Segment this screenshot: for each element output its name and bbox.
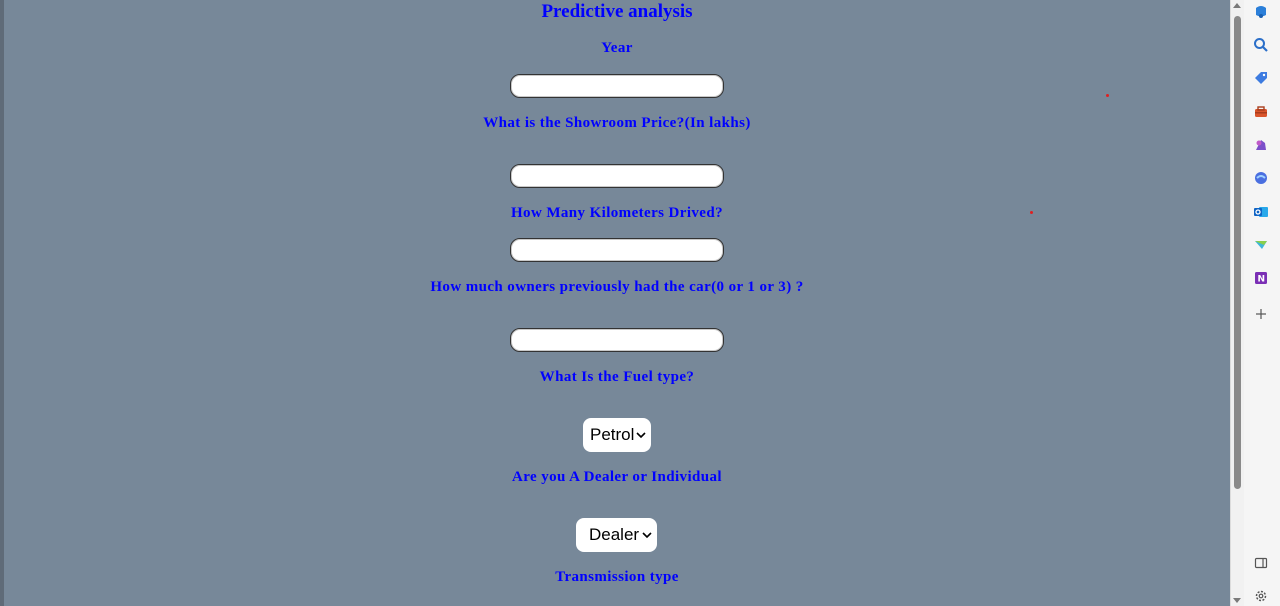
- chevron-down-icon: [642, 532, 652, 539]
- red-dot-marker: [1106, 94, 1109, 97]
- settings-icon[interactable]: [1252, 587, 1270, 605]
- outlook-icon[interactable]: [1252, 203, 1270, 221]
- page-title: Predictive analysis: [541, 1, 693, 22]
- vertical-scrollbar[interactable]: [1230, 0, 1244, 606]
- fuel-type-label: What Is the Fuel type?: [539, 369, 695, 385]
- svg-text:N: N: [1258, 275, 1266, 285]
- search-icon[interactable]: [1252, 36, 1270, 54]
- page-content: Predictive analysis Year What is the Sho…: [4, 0, 1230, 606]
- fuel-type-select[interactable]: Petrol: [583, 418, 651, 452]
- scroll-down-arrow[interactable]: [1233, 598, 1241, 603]
- transmission-label: Transmission type: [555, 569, 679, 585]
- owners-label: How much owners previously had the car(0…: [430, 279, 804, 295]
- scroll-up-arrow[interactable]: [1233, 3, 1241, 8]
- showroom-price-label: What is the Showroom Price?(In lakhs): [483, 115, 751, 131]
- owners-input[interactable]: [510, 328, 724, 352]
- red-dot-marker: [1030, 211, 1033, 214]
- copilot-icon[interactable]: [1252, 3, 1270, 21]
- chevron-down-icon: [636, 432, 646, 439]
- games-icon[interactable]: [1252, 136, 1270, 154]
- fuel-type-value: Petrol: [590, 425, 635, 444]
- showroom-price-input[interactable]: [510, 164, 724, 188]
- split-screen-icon[interactable]: [1252, 554, 1270, 572]
- onenote-icon[interactable]: N: [1252, 269, 1270, 287]
- browser-sidebar: N: [1244, 0, 1280, 606]
- dealer-individual-label: Are you A Dealer or Individual: [512, 469, 722, 485]
- add-icon[interactable]: [1252, 305, 1270, 323]
- toolbox-icon[interactable]: [1252, 103, 1270, 121]
- browser-essentials-icon[interactable]: [1252, 169, 1270, 187]
- kilometers-input[interactable]: [510, 238, 724, 262]
- year-label: Year: [601, 40, 633, 56]
- kilometers-label: How Many Kilometers Drived?: [510, 205, 723, 221]
- shopping-tag-icon[interactable]: [1252, 69, 1270, 87]
- year-input[interactable]: [510, 74, 724, 98]
- seller-type-value: Dealer: [589, 525, 640, 544]
- drop-icon[interactable]: [1252, 236, 1270, 254]
- seller-type-select[interactable]: Dealer: [576, 518, 657, 552]
- scroll-thumb[interactable]: [1234, 16, 1241, 489]
